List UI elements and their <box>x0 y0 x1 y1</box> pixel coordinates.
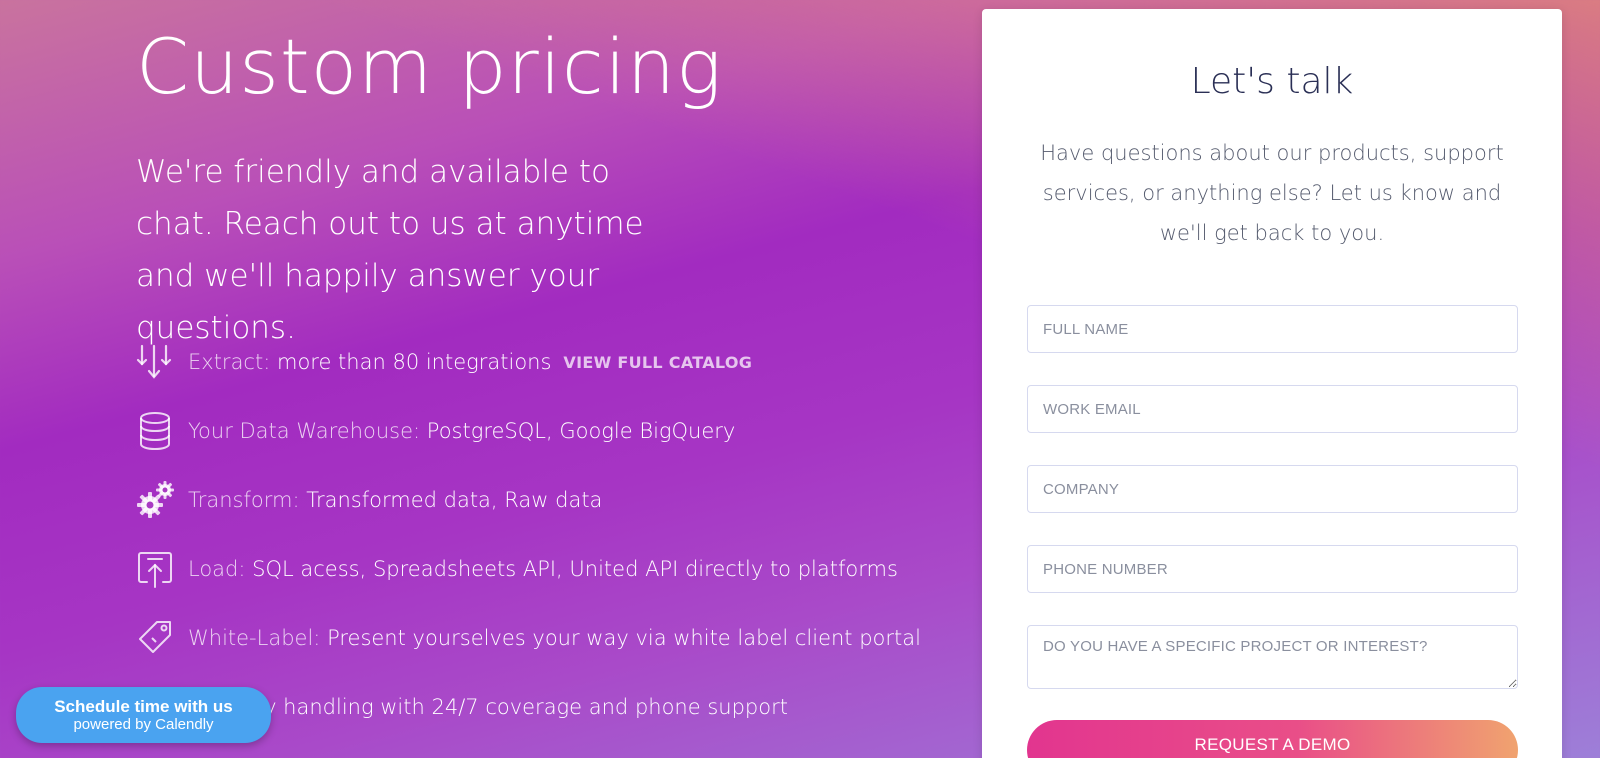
feature-value: Present yourselves your way via white la… <box>327 626 921 650</box>
feature-warehouse: Your Data Warehouse: PostgreSQL, Google … <box>136 409 936 453</box>
feature-value: SQL acess, Spreadsheets API, United API … <box>252 557 898 581</box>
phone-number-field[interactable] <box>1027 545 1518 593</box>
feature-value: PostgreSQL, Google BigQuery <box>426 419 736 443</box>
interest-textarea[interactable] <box>1027 625 1518 689</box>
calendly-sub-label: powered by Calendly <box>73 716 214 733</box>
contact-form-card: Let's talk Have questions about our prod… <box>982 9 1562 758</box>
feature-value: more than 80 integrations <box>276 350 552 374</box>
feature-value: Priority handling with 24/7 coverage and… <box>201 695 788 719</box>
feature-white-label: White-Label: Present yourselves your way… <box>136 616 936 660</box>
feature-key: White-Label: <box>188 626 321 650</box>
feature-key: Transform: <box>188 488 300 512</box>
tag-icon <box>136 616 174 660</box>
upload-load-icon <box>136 547 174 591</box>
page-title: Custom pricing <box>136 22 723 111</box>
feature-load: Load: SQL acess, Spreadsheets API, Unite… <box>136 547 936 591</box>
feature-key: Extract: <box>188 350 271 374</box>
feature-value: Transformed data, Raw data <box>306 488 603 512</box>
gears-icon <box>136 478 174 522</box>
request-demo-button[interactable]: REQUEST A DEMO <box>1027 720 1518 758</box>
form-description: Have questions about our products, suppo… <box>1040 141 1504 245</box>
extract-arrows-icon <box>136 340 174 384</box>
feature-extract: Extract: more than 80 integrations VIEW … <box>136 340 936 384</box>
feature-key: Your Data Warehouse: <box>188 419 421 443</box>
feature-transform: Transform: Transformed data, Raw data <box>136 478 936 522</box>
view-catalog-link[interactable]: VIEW FULL CATALOG <box>563 353 752 372</box>
request-demo-label: REQUEST A DEMO <box>1194 735 1351 754</box>
work-email-field[interactable] <box>1027 385 1518 433</box>
full-name-field[interactable] <box>1027 305 1518 353</box>
database-icon <box>136 409 174 453</box>
company-field[interactable] <box>1027 465 1518 513</box>
feature-key: Load: <box>188 557 246 581</box>
form-title: Let's talk <box>1190 61 1354 102</box>
calendly-main-label: Schedule time with us <box>54 697 233 716</box>
hero-subtitle: We're friendly and available to chat. Re… <box>136 154 644 346</box>
calendly-schedule-button[interactable]: Schedule time with us powered by Calendl… <box>16 687 271 743</box>
